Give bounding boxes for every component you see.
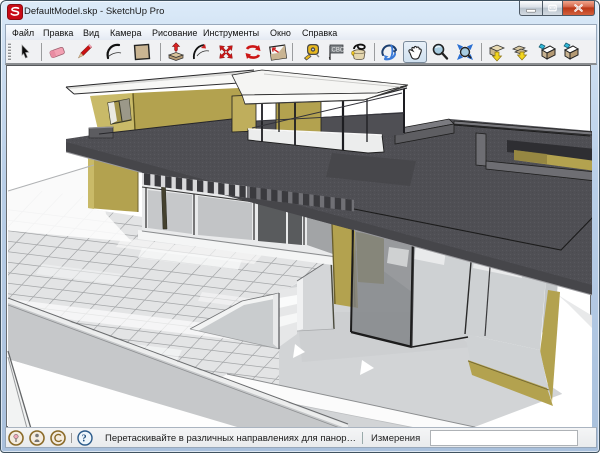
svg-text:?: ? [82, 434, 87, 445]
svg-text:CBC: CBC [332, 48, 345, 54]
